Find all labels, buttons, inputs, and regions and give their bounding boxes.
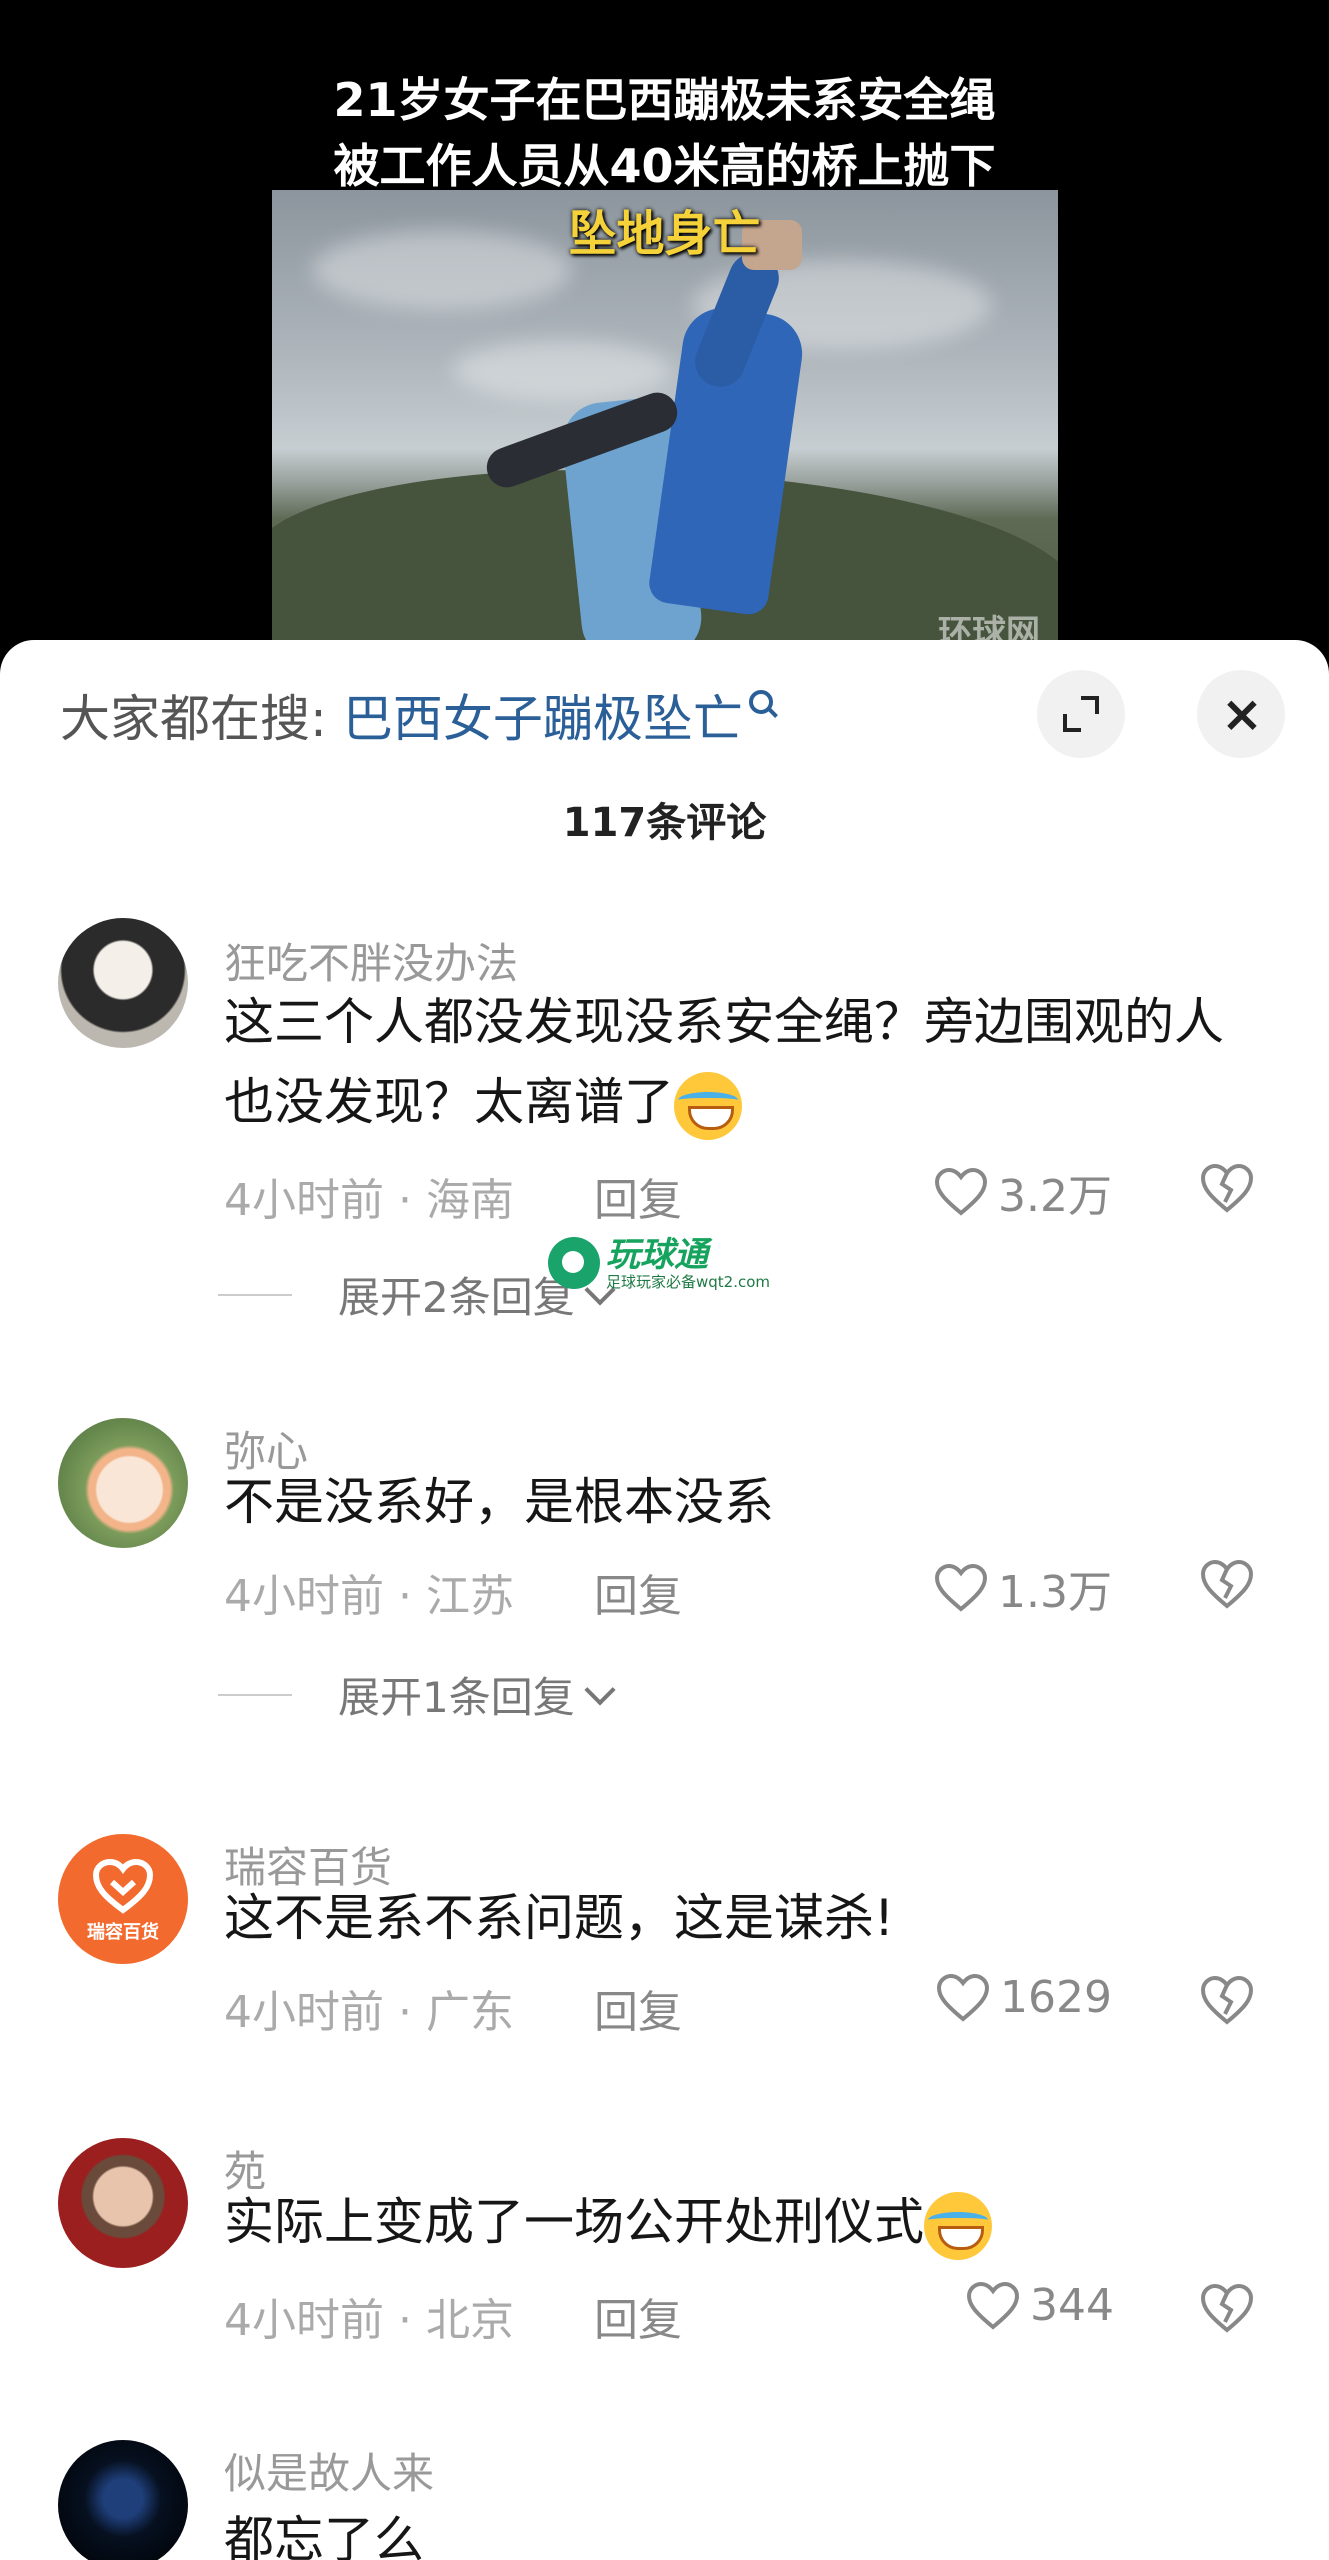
trending-search-term[interactable]: 巴西女子蹦极坠亡 [343,679,743,751]
store-logo-icon [92,1858,154,1914]
reply-button[interactable]: 回复 [594,2284,682,2348]
like-count: 1629 [1000,1972,1112,2023]
like-button[interactable]: 3.2万 [934,1160,1112,1224]
like-button[interactable]: 344 [966,2280,1114,2331]
heart-icon [934,1167,988,1216]
promo-watermark: 玩球通 足球玩家必备wqt2.com [548,1236,770,1290]
comment-text: 这不是系不系问题，这是谋杀! [224,1889,895,1947]
like-count: 1.3万 [998,1567,1112,1618]
comment-count: 117条评论 [562,800,767,846]
chevron-down-icon [584,1673,616,1706]
comment-text: 不是没系好，是根本没系 [224,1473,774,1531]
comment-meta: 4小时前 · 江苏 [224,1571,514,1622]
comment-meta: 4小时前 · 海南 [224,1175,514,1226]
promo-tagline: 足球玩家必备wqt2.com [606,1273,771,1291]
broken-heart-icon[interactable] [1200,2282,1254,2334]
comment-text: 这三个人都没发现没系安全绳？旁边围观的人也没发现？太离谱了 [224,982,1264,1142]
like-count: 344 [1030,2280,1114,2331]
crying-laughing-emoji [924,2191,992,2260]
comment-text: 实际上变成了一场公开处刑仪式 [224,2182,1264,2262]
comment-username[interactable]: 似是故人来 [224,2440,434,2501]
heart-icon [966,2281,1020,2330]
avatar[interactable] [58,2440,188,2560]
expand-replies-button[interactable]: 展开1条回复 [218,1664,616,1725]
like-button[interactable]: 1629 [936,1972,1112,2023]
like-button[interactable]: 1.3万 [934,1556,1112,1620]
reply-button[interactable]: 回复 [594,1560,682,1624]
promo-name: 玩球通 [606,1235,708,1275]
comment-text: 都忘了么 [224,2511,424,2560]
crying-laughing-emoji [674,1071,742,1140]
broken-heart-icon[interactable] [1200,1558,1254,1610]
comment-meta: 4小时前 · 广东 [224,1987,514,2038]
avatar[interactable] [58,2138,188,2268]
soccer-logo-icon [548,1237,600,1289]
broken-heart-icon[interactable] [1200,1162,1254,1214]
avatar-logo-text: 瑞容百货 [87,1922,159,1943]
video-title-line-2: 被工作人员从40米高的桥上抛下 [333,139,996,193]
broken-heart-icon[interactable] [1200,1974,1254,2026]
expand-button[interactable] [1037,670,1125,758]
avatar[interactable] [58,918,188,1048]
search-icon [748,690,773,714]
avatar[interactable]: 瑞容百货 [58,1834,188,1964]
comment-meta: 4小时前 · 北京 [224,2295,514,2346]
heart-icon [936,1973,990,2022]
expand-icon [1063,696,1099,732]
video-caption: 坠地身亡 [568,206,761,262]
comment-sheet: 大家都在搜: 巴西女子蹦极坠亡 × 117条评论 狂吃不胖没办法 这三个人都没发… [0,640,1329,2560]
heart-icon [934,1563,988,1612]
video-title-line-1: 21岁女子在巴西蹦极未系安全绳 [333,73,996,127]
like-count: 3.2万 [998,1171,1112,1222]
close-button[interactable]: × [1197,670,1285,758]
trending-search-prefix: 大家都在搜: [60,690,327,748]
close-icon: × [1221,685,1263,743]
video-player[interactable]: 21岁女子在巴西蹦极未系安全绳 被工作人员从40米高的桥上抛下 环球网 坠地身亡 [0,0,1329,700]
reply-button[interactable]: 回复 [594,1164,682,1228]
trending-search[interactable]: 大家都在搜: 巴西女子蹦极坠亡 [60,680,773,750]
avatar[interactable] [58,1418,188,1548]
reply-button[interactable]: 回复 [594,1976,682,2040]
